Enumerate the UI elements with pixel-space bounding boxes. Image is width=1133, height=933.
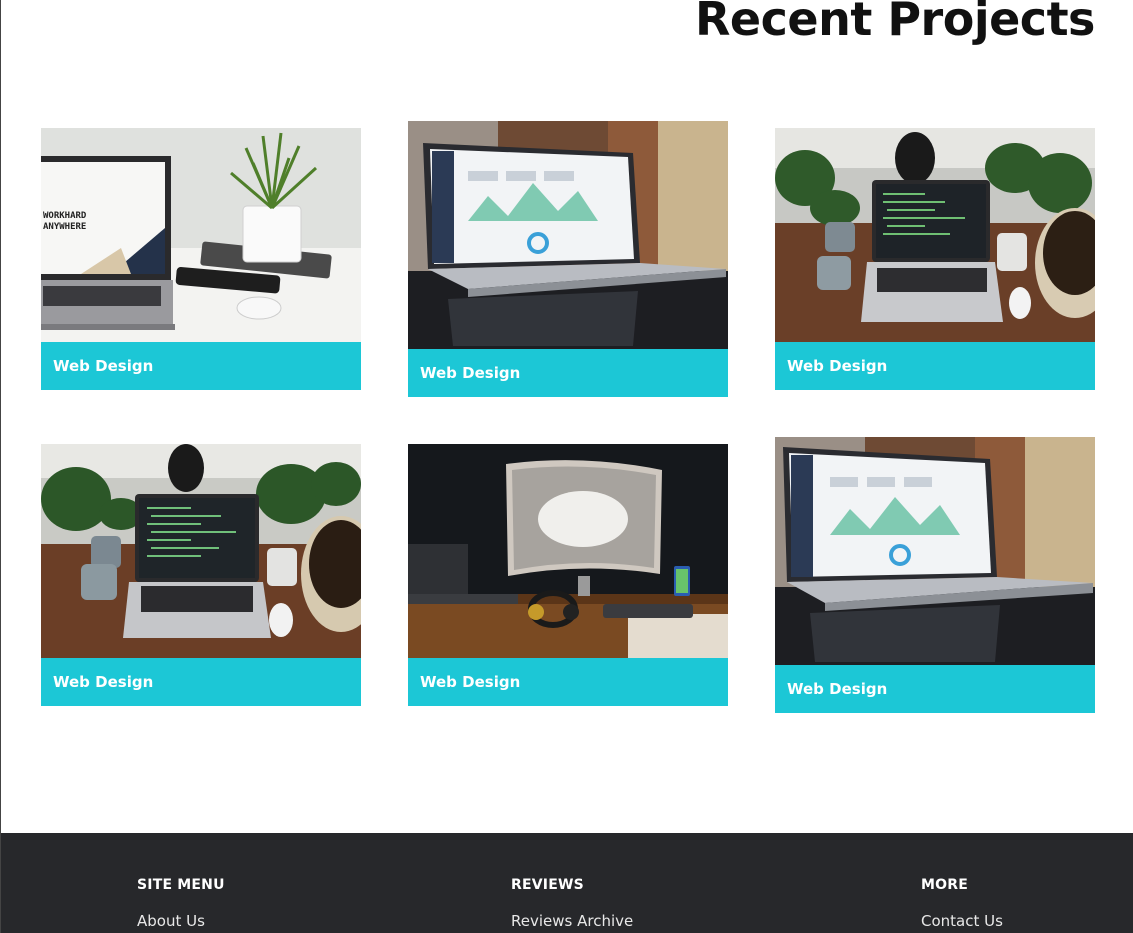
project-image[interactable] xyxy=(775,437,1095,665)
project-card[interactable]: Web Design xyxy=(408,121,728,397)
footer-column-more: MORE Contact Us xyxy=(921,877,1003,930)
screen-text: ANYWHERE xyxy=(43,222,86,232)
project-caption[interactable]: Web Design xyxy=(41,658,361,706)
project-image[interactable] xyxy=(408,121,728,349)
project-caption[interactable]: Web Design xyxy=(775,342,1095,390)
project-card[interactable]: Web Design xyxy=(408,444,728,706)
footer-heading: MORE xyxy=(921,877,968,893)
page: Recent Projects WORKHARD ANYWHERE Web De… xyxy=(0,0,1133,933)
project-caption[interactable]: Web Design xyxy=(408,349,728,397)
project-image[interactable] xyxy=(408,444,728,658)
footer-heading: SITE MENU xyxy=(137,877,225,893)
project-image[interactable]: WORKHARD ANYWHERE xyxy=(41,128,361,342)
section-title: Recent Projects xyxy=(695,0,1095,46)
footer-link-reviews-archive[interactable]: Reviews Archive xyxy=(511,912,633,930)
project-caption[interactable]: Web Design xyxy=(408,658,728,706)
footer-link-about-us[interactable]: About Us xyxy=(137,912,225,930)
project-card[interactable]: WORKHARD ANYWHERE Web Design xyxy=(41,128,361,390)
footer-heading: REVIEWS xyxy=(511,877,584,893)
footer-link-contact-us[interactable]: Contact Us xyxy=(921,912,1003,930)
project-card[interactable]: Web Design xyxy=(41,444,361,706)
project-caption[interactable]: Web Design xyxy=(41,342,361,390)
project-card[interactable]: Web Design xyxy=(775,437,1095,713)
site-footer: SITE MENU About Us REVIEWS Reviews Archi… xyxy=(1,833,1133,933)
project-image[interactable] xyxy=(775,128,1095,342)
project-card[interactable]: Web Design xyxy=(775,128,1095,390)
project-image[interactable] xyxy=(41,444,361,658)
project-caption[interactable]: Web Design xyxy=(775,665,1095,713)
footer-column-reviews: REVIEWS Reviews Archive xyxy=(511,877,633,930)
screen-text: WORKHARD xyxy=(43,211,87,221)
footer-column-site-menu: SITE MENU About Us xyxy=(137,877,225,930)
